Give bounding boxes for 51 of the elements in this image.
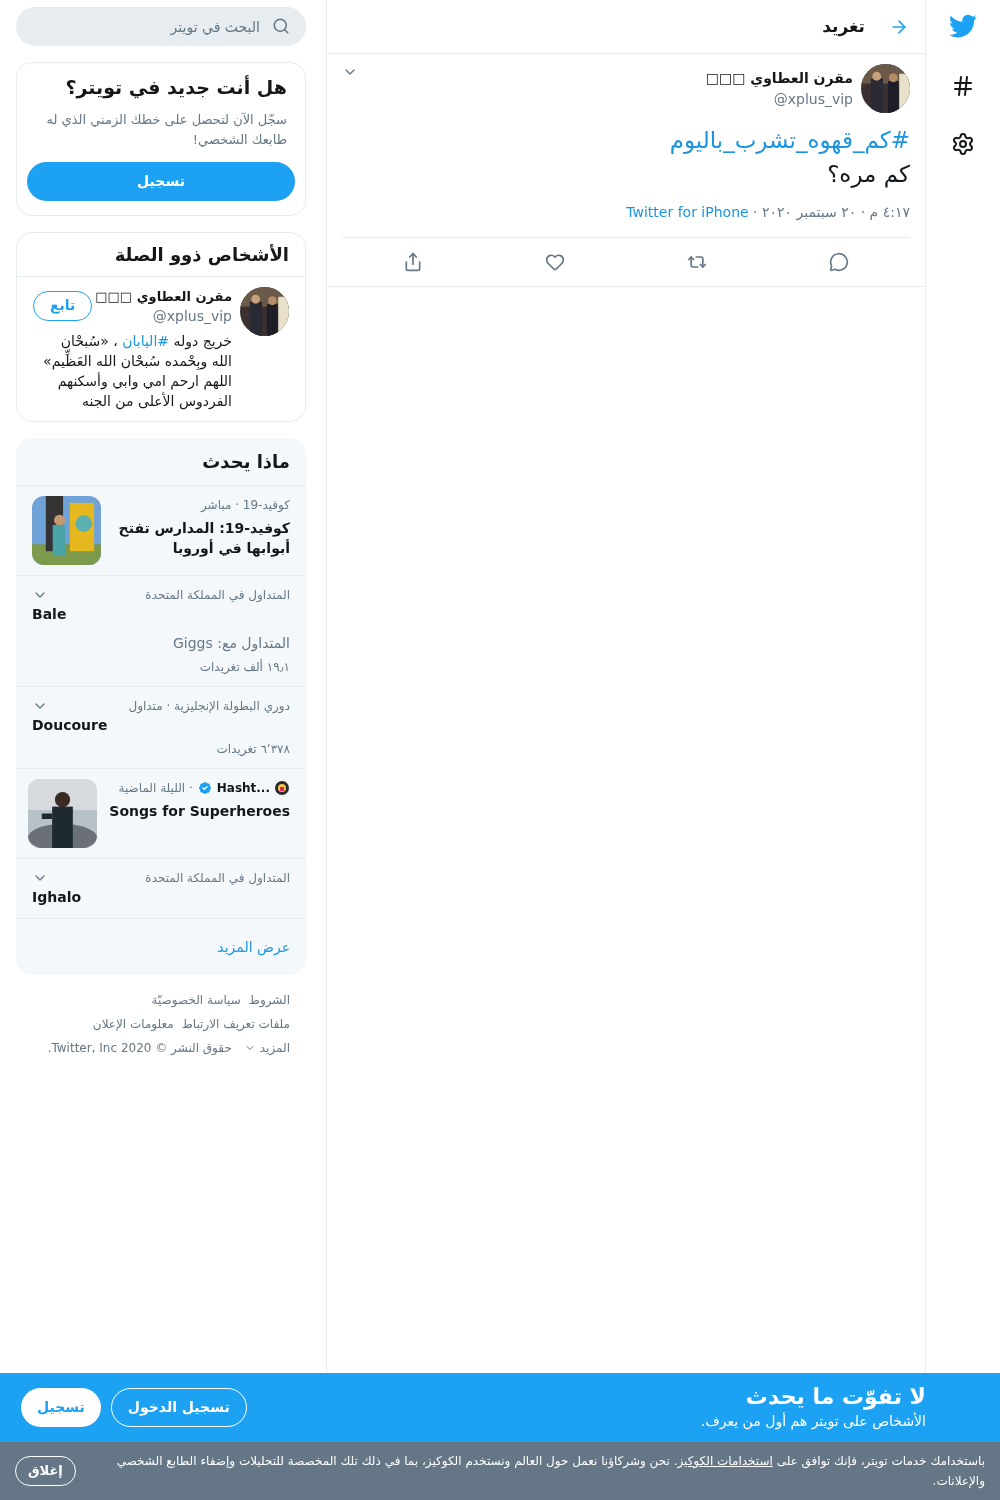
trend-meta: المتداول في المملكة المتحدة [145, 587, 290, 604]
moment-title[interactable]: Songs for Superheroes [109, 801, 290, 822]
trend-meta: المتداول في المملكة المتحدة [145, 870, 290, 887]
trend-meta: · الليلة الماضية [118, 780, 193, 797]
news-headline[interactable]: كوفيد-19: المدارس تفتح أبوابها في أوروبا [113, 518, 290, 558]
trend-title[interactable]: Bale [32, 604, 67, 625]
footer-link[interactable]: ملفات تعريف الارتباط [181, 1015, 290, 1033]
card-text: سجّل الآن لتحصل على خطك الزمني الذي له طابعك الشخصي! [45, 110, 288, 149]
card-title: هل أنت جديد في تويتر؟ [64, 74, 288, 101]
tweet-text: كم مره؟ [826, 159, 910, 190]
hashtag-link[interactable]: #كم_قهوه_تشرب_باليوم [342, 123, 910, 158]
footer-more-link[interactable]: المزيد [259, 1039, 290, 1057]
share-icon[interactable] [403, 251, 423, 272]
hashtag-link[interactable]: #اليابان [122, 333, 169, 349]
cookie-policy-link[interactable]: استخدامات الكوكيز [677, 1454, 773, 1468]
cookie-notice: باستخدامك خدمات تويتر، فإنك توافق على استخدامات الكوكيز. نحن وشركاؤنا نعمل حول العالم ونستخدم الكوكيز، بما في ذلك تلك المخصصة للتحليلات وإضفاء الطابع الشخصي والإعلانات. [115, 1453, 985, 1490]
page-title: تغريد [822, 14, 865, 39]
trend-title[interactable]: Doucoure [32, 715, 108, 736]
show-more-link[interactable]: عرض المزيد [217, 939, 290, 955]
search-icon [272, 17, 290, 35]
footer-link[interactable]: الشروط [248, 991, 290, 1009]
person-bio: خريج دوله #اليابان ، «سُبحْان الله وبِحْمده سُبحْان الله العَظِّيم» اللهم ارحم امي وابي وأسكنهم الفردوس الأعلى من الجنه [42, 332, 232, 411]
trend-meta: دوري البطولة الإنجليزية · متداول [128, 698, 290, 715]
card-title: الأشخاص ذوو الصلة [17, 232, 305, 277]
trend-meta: كوفيد-19 · مباشر [199, 497, 290, 514]
bird-logo-icon[interactable] [949, 12, 977, 40]
tweet-source-link[interactable]: Twitter for iPhone [626, 201, 749, 223]
trend-related: المتداول مع: Giggs [171, 634, 290, 654]
trend-title[interactable]: Ighalo [32, 887, 82, 908]
heart-icon[interactable] [545, 251, 565, 272]
card-title: ماذا يحدث [16, 438, 306, 486]
source-logo-icon [274, 780, 290, 796]
search-field[interactable]: البحث في تويتر [16, 7, 306, 46]
signup-button[interactable]: تسجيل [21, 1388, 101, 1427]
person-handle[interactable]: @xplus_vip [152, 306, 232, 327]
tweet-count: ٦٬٣٧٨ تغريدات [215, 741, 290, 758]
author-name[interactable]: مقرن العطاوي □□□ [366, 68, 853, 89]
banner-title: لا تفوّت ما يحدث [744, 1383, 926, 1411]
source-name[interactable]: Hasht... [216, 779, 270, 797]
tweet-timestamp[interactable]: ٤:١٧ م · ٢٠ سبتمبر ٢٠٢٠ · [748, 201, 910, 223]
copyright-text: حقوق النشر © 2020 Twitter, Inc. [47, 1040, 232, 1057]
tweet-count: ١٩٫١ ألف تغريدات [198, 658, 290, 676]
settings-icon[interactable] [951, 132, 975, 156]
footer-link[interactable]: معلومات الإعلان [92, 1015, 174, 1033]
footer-link[interactable]: سياسة الخصوصيّة [151, 991, 241, 1009]
reply-icon[interactable] [829, 251, 849, 272]
person-name[interactable]: مقرن العطاوي □□□ [95, 286, 232, 306]
hashtag-icon[interactable] [951, 74, 975, 98]
banner-subtitle: الأشخاص على تويتر هم أول من يعرف. [700, 1411, 926, 1432]
author-handle[interactable]: @xplus_vip [773, 89, 853, 110]
signup-button[interactable]: تسجيل [27, 161, 295, 201]
